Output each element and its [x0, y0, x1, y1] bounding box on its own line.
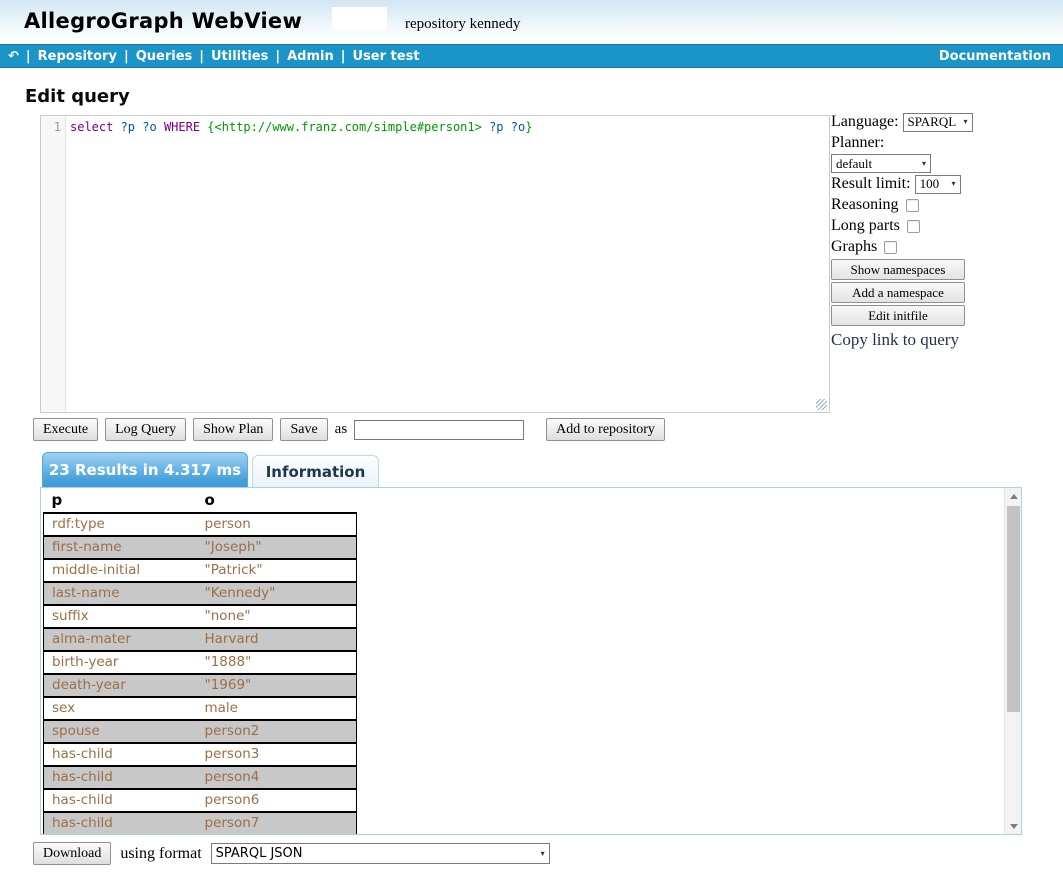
scroll-down-icon[interactable] [1005, 818, 1022, 834]
save-button[interactable]: Save [280, 418, 327, 441]
query-code[interactable]: select ?p ?o WHERE {<http://www.franz.co… [66, 116, 829, 412]
query-editor[interactable]: 1 select ?p ?o WHERE {<http://www.franz.… [40, 115, 830, 413]
chevron-down-icon: ▾ [922, 154, 926, 174]
code-keyword-select: select [70, 120, 121, 134]
planner-label: Planner: [831, 133, 884, 153]
editor-line-number: 1 [41, 116, 66, 412]
code-brace-open: { [207, 120, 214, 134]
planner-select[interactable]: default ▾ [831, 154, 931, 173]
nav-separator: | [26, 49, 31, 64]
table-row: spouseperson2 [44, 720, 357, 743]
nav-item-utilities[interactable]: Utilities [211, 49, 268, 64]
results-panel: p o rdf:typeperson first-name"Joseph" mi… [40, 487, 1022, 835]
nav-separator: | [275, 49, 280, 64]
action-bar: Execute Log Query Show Plan Save as Add … [33, 418, 665, 441]
app-header: AllegroGraph WebView repository kennedy [0, 0, 1063, 44]
result-limit-select[interactable]: 100 ▾ [915, 175, 961, 194]
nav-separator: | [124, 49, 129, 64]
language-select[interactable]: SPARQL ▾ [903, 113, 973, 132]
chevron-down-icon: ▾ [541, 849, 545, 858]
repository-label: repository kennedy [405, 16, 520, 33]
column-header-p: p [44, 489, 197, 513]
chevron-down-icon: ▾ [952, 174, 956, 194]
scrollbar-thumb[interactable] [1007, 506, 1020, 712]
execute-button[interactable]: Execute [33, 418, 98, 441]
using-format-label: using format [120, 845, 201, 863]
code-uri: <http://www.franz.com/simple#person1> [215, 120, 482, 134]
header-blank-box [332, 7, 387, 30]
nav-item-admin[interactable]: Admin [287, 49, 334, 64]
edit-initfile-button[interactable]: Edit initfile [831, 305, 965, 326]
editor-resize-handle[interactable] [816, 399, 827, 410]
nav-left: ↶ | Repository | Queries | Utilities | A… [8, 49, 420, 64]
reasoning-checkbox[interactable] [906, 199, 919, 212]
results-scrollbar[interactable] [1004, 488, 1021, 834]
code-variables: ?p ?o [121, 120, 164, 134]
table-row: birth-year"1888" [44, 651, 357, 674]
code-keyword-where: WHERE [164, 120, 207, 134]
page-title: Edit query [25, 86, 130, 107]
add-namespace-button[interactable]: Add a namespace [831, 282, 965, 303]
table-row: last-name"Kennedy" [44, 582, 357, 605]
show-namespaces-button[interactable]: Show namespaces [831, 259, 965, 280]
nav-item-queries[interactable]: Queries [136, 49, 193, 64]
scroll-up-icon[interactable] [1005, 488, 1022, 504]
nav-item-repository[interactable]: Repository [38, 49, 117, 64]
tab-results[interactable]: 23 Results in 4.317 ms [42, 452, 248, 487]
chevron-down-icon: ▾ [964, 112, 968, 132]
nav-item-documentation[interactable]: Documentation [939, 49, 1051, 64]
table-row: has-childperson4 [44, 766, 357, 789]
table-row: has-childperson3 [44, 743, 357, 766]
format-select[interactable]: SPARQL JSON ▾ [211, 843, 550, 864]
table-row: has-childperson7 [44, 812, 357, 835]
code-variables: ?p ?o [482, 120, 525, 134]
long-parts-checkbox[interactable] [907, 220, 920, 233]
download-bar: Download using format SPARQL JSON ▾ [33, 842, 550, 865]
show-plan-button[interactable]: Show Plan [193, 418, 273, 441]
back-arrow-icon[interactable]: ↶ [8, 49, 19, 64]
table-row: has-childperson6 [44, 789, 357, 812]
results-tabs: 23 Results in 4.317 ms Information [42, 452, 379, 487]
table-row: suffix"none" [44, 605, 357, 628]
nav-bar: ↶ | Repository | Queries | Utilities | A… [0, 44, 1063, 68]
table-row: death-year"1969" [44, 674, 357, 697]
nav-separator: | [199, 49, 204, 64]
language-label: Language: [831, 112, 899, 132]
add-to-repository-button[interactable]: Add to repository [546, 418, 665, 441]
table-row: sexmale [44, 697, 357, 720]
nav-separator: | [341, 49, 346, 64]
log-query-button[interactable]: Log Query [105, 418, 186, 441]
as-label: as [335, 421, 348, 438]
nav-item-user-test[interactable]: User test [353, 49, 420, 64]
result-limit-label: Result limit: [831, 174, 911, 194]
column-header-o: o [197, 489, 357, 513]
download-button[interactable]: Download [33, 842, 111, 865]
long-parts-label: Long parts [831, 216, 900, 236]
table-row: first-name"Joseph" [44, 536, 357, 559]
save-name-input[interactable] [354, 420, 524, 440]
tab-information[interactable]: Information [252, 455, 379, 487]
reasoning-label: Reasoning [831, 195, 899, 215]
graphs-checkbox[interactable] [884, 241, 897, 254]
results-table: p o rdf:typeperson first-name"Joseph" mi… [43, 489, 357, 835]
table-header-row: p o [44, 489, 357, 513]
table-row: middle-initial"Patrick" [44, 559, 357, 582]
table-row: rdf:typeperson [44, 513, 357, 536]
app-title: AllegroGraph WebView [24, 9, 302, 33]
graphs-label: Graphs [831, 237, 877, 257]
copy-link-to-query[interactable]: Copy link to query [831, 330, 983, 350]
query-options-sidebar: Language: SPARQL ▾ Planner: default ▾ Re… [831, 112, 983, 350]
table-row: alma-materHarvard [44, 628, 357, 651]
code-brace-close: } [525, 120, 532, 134]
